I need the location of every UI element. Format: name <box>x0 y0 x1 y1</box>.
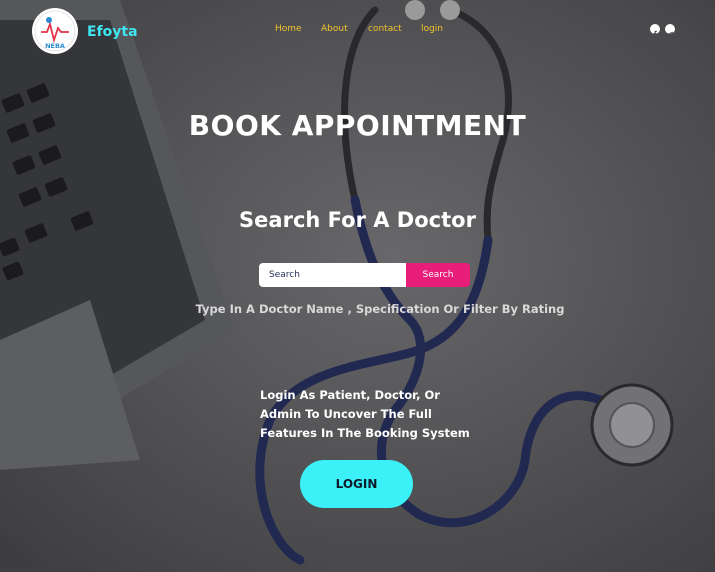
search-input[interactable] <box>259 263 406 287</box>
search-button[interactable]: Search <box>406 263 470 287</box>
login-promo-text: Login As Patient, Doctor, Or Admin To Un… <box>260 386 480 443</box>
promo-line: Login As Patient, Doctor, Or <box>260 388 440 402</box>
page: NEBA Efoyta Home About contact login BOO… <box>0 0 715 572</box>
telegram-icon[interactable] <box>665 24 675 37</box>
logo-icon: NEBA <box>34 10 76 52</box>
facebook-icon[interactable] <box>650 24 660 38</box>
login-button[interactable]: LOGIN <box>300 460 413 508</box>
nav-about[interactable]: About <box>321 24 348 34</box>
nav-home[interactable]: Home <box>275 24 302 34</box>
search-heading: Search For A Doctor <box>239 208 476 232</box>
logo[interactable]: NEBA <box>32 8 78 54</box>
nav-contact[interactable]: contact <box>368 24 402 34</box>
page-title: BOOK APPOINTMENT <box>188 109 527 142</box>
search-hint: Type In A Doctor Name , Specification Or… <box>195 302 565 316</box>
promo-line: Features In The Booking System <box>260 426 470 440</box>
promo-line: Admin To Uncover The Full <box>260 407 432 421</box>
svg-text:NEBA: NEBA <box>45 42 65 50</box>
nav-login[interactable]: login <box>421 24 443 34</box>
brand-name[interactable]: Efoyta <box>87 24 138 40</box>
